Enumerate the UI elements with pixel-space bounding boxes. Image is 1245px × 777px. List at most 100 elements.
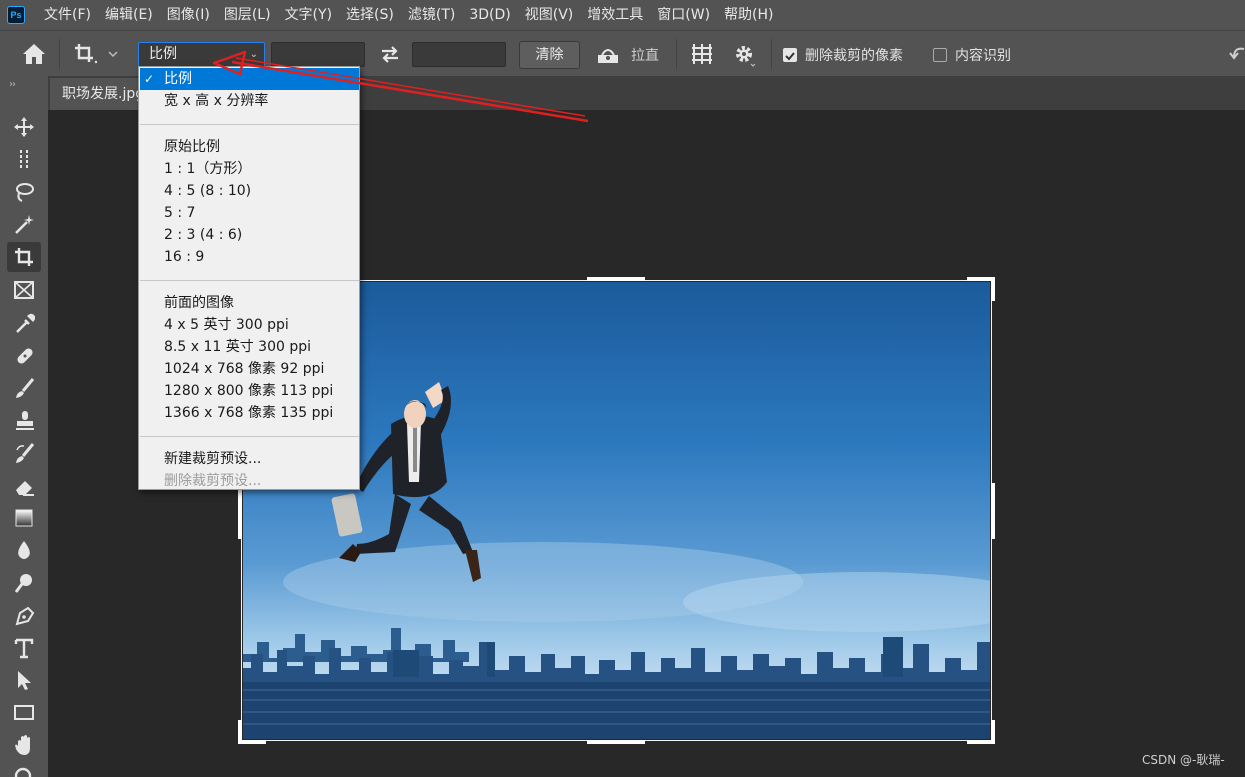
- content-aware-label[interactable]: 内容识别: [955, 45, 1011, 65]
- crop-handle-top-right[interactable]: [991, 277, 995, 301]
- crop-preset-label: 前面的图像: [164, 295, 234, 311]
- eyedropper-tool-button[interactable]: [7, 308, 41, 338]
- marquee-tool-icon: [20, 150, 28, 168]
- crop-preset-label: 1 : 1（方形）: [164, 161, 252, 177]
- crop-handle-bottom-left[interactable]: [238, 740, 266, 744]
- panel-collapse-icon[interactable]: ››: [9, 79, 16, 90]
- magic-wand-tool-icon: [15, 215, 34, 234]
- crop-handle-top[interactable]: [587, 277, 645, 281]
- overlay-grid-button[interactable]: [691, 43, 713, 65]
- crop-width-input[interactable]: [271, 42, 365, 67]
- stamp-tool-button[interactable]: [7, 405, 41, 435]
- crop-preset-option[interactable]: 4 : 5 (8 : 10): [140, 180, 359, 202]
- type-tool-button[interactable]: [7, 633, 41, 663]
- menu-item[interactable]: 图层(L): [217, 0, 278, 30]
- crop-preset-option[interactable]: 16 : 9: [140, 246, 359, 268]
- home-button[interactable]: [22, 43, 46, 65]
- crop-preset-option[interactable]: 1366 x 768 像素 135 ppi: [140, 402, 359, 424]
- crop-preset-label: 比例: [164, 71, 192, 87]
- crop-preset-label: 删除裁剪预设...: [164, 473, 262, 489]
- crop-preset-option[interactable]: 4 x 5 英寸 300 ppi: [140, 314, 359, 336]
- straighten-button[interactable]: [596, 43, 620, 65]
- brush-tool-button[interactable]: [7, 373, 41, 403]
- brush-tool-icon: [16, 378, 35, 398]
- hand-tool-button[interactable]: [7, 730, 41, 760]
- delete-cropped-pixels-label[interactable]: 删除裁剪的像素: [805, 45, 903, 65]
- dodge-tool-icon: [14, 574, 32, 593]
- crop-preset-option[interactable]: 宽 x 高 x 分辨率: [140, 90, 359, 112]
- frame-tool-button[interactable]: [7, 275, 41, 305]
- history-brush-tool-icon: [16, 443, 35, 463]
- swap-dimensions-button[interactable]: [378, 43, 402, 65]
- clear-button[interactable]: 清除: [519, 41, 580, 69]
- gradient-tool-button[interactable]: [7, 503, 41, 533]
- crop-preset-option[interactable]: 5 : 7: [140, 202, 359, 224]
- crop-preset-option[interactable]: 新建裁剪预设...: [140, 448, 359, 470]
- menu-item[interactable]: 增效工具: [580, 0, 650, 30]
- frame-tool-icon: [14, 281, 34, 299]
- reset-crop-button[interactable]: [1228, 45, 1245, 63]
- menu-separator: [140, 124, 359, 125]
- type-tool-icon: [14, 638, 34, 659]
- blur-tool-button[interactable]: [7, 535, 41, 565]
- menu-item[interactable]: 文字(Y): [278, 0, 339, 30]
- crop-preset-option: 删除裁剪预设...: [140, 470, 359, 492]
- crop-height-input[interactable]: [412, 42, 506, 67]
- straighten-label[interactable]: 拉直: [631, 45, 659, 65]
- separator: [59, 39, 60, 69]
- crop-handle-bottom[interactable]: [587, 740, 645, 744]
- history-brush-tool-button[interactable]: [7, 438, 41, 468]
- crop-tool-preset-button[interactable]: [73, 41, 121, 67]
- eyedropper-tool-icon: [16, 313, 35, 333]
- menu-item[interactable]: 图像(I): [160, 0, 217, 30]
- menu-item[interactable]: 3D(D): [462, 0, 517, 30]
- pen-tool-icon: [15, 606, 35, 626]
- crop-ratio-select[interactable]: 比例 ⌄: [138, 42, 265, 67]
- crop-preset-option[interactable]: 1024 x 768 像素 92 ppi: [140, 358, 359, 380]
- crop-handle-bottom-left[interactable]: [238, 720, 242, 744]
- marquee-tool-button[interactable]: [7, 144, 41, 174]
- crop-preset-option[interactable]: ✓ 比例: [140, 68, 359, 90]
- menu-item[interactable]: 视图(V): [518, 0, 581, 30]
- healing-brush-tool-button[interactable]: [7, 340, 41, 370]
- crop-preset-label: 4 x 5 英寸 300 ppi: [164, 317, 289, 333]
- crop-ratio-dropdown-menu: ✓ 比例宽 x 高 x 分辨率原始比例 1 : 1（方形） 4 : 5 (8 : 10…: [138, 66, 360, 490]
- crop-preset-option[interactable]: 8.5 x 11 英寸 300 ppi: [140, 336, 359, 358]
- delete-cropped-pixels-checkbox[interactable]: [783, 48, 797, 62]
- straighten-icon: [598, 49, 618, 63]
- menu-item[interactable]: 编辑(E): [98, 0, 160, 30]
- zoom-tool-button[interactable]: [7, 762, 41, 777]
- dodge-tool-button[interactable]: [7, 568, 41, 598]
- crop-handle-right[interactable]: [991, 483, 995, 539]
- crop-preset-option[interactable]: 1 : 1（方形）: [140, 158, 359, 180]
- undo-icon: [1229, 47, 1245, 60]
- move-tool-button[interactable]: [7, 112, 41, 142]
- crop-preset-option[interactable]: 原始比例: [140, 136, 359, 158]
- rectangle-tool-button[interactable]: [7, 697, 41, 727]
- crop-preset-option[interactable]: 前面的图像: [140, 292, 359, 314]
- crop-preset-option[interactable]: 2 : 3 (4 : 6): [140, 224, 359, 246]
- menu-item[interactable]: 窗口(W): [650, 0, 717, 30]
- crop-preset-label: 宽 x 高 x 分辨率: [164, 93, 269, 109]
- menu-item[interactable]: 选择(S): [339, 0, 401, 30]
- eraser-tool-button[interactable]: [7, 471, 41, 501]
- crop-handle-bottom-right[interactable]: [991, 720, 995, 744]
- gradient-tool-icon: [15, 509, 33, 527]
- crop-preset-option[interactable]: 1280 x 800 像素 113 ppi: [140, 380, 359, 402]
- stamp-tool-icon: [16, 411, 34, 430]
- menu-bar: Ps 文件(F) 编辑(E) 图像(I) 图层(L) 文字(Y) 选择(S) 滤镜(T) 3D…: [0, 0, 1245, 30]
- lasso-tool-button[interactable]: [7, 177, 41, 207]
- path-selection-tool-button[interactable]: [7, 665, 41, 695]
- menu-separator: [140, 280, 359, 281]
- menu-item[interactable]: 滤镜(T): [401, 0, 462, 30]
- magic-wand-tool-button[interactable]: [7, 209, 41, 239]
- crop-tool-button[interactable]: [7, 242, 41, 272]
- content-aware-checkbox[interactable]: [933, 48, 947, 62]
- pen-tool-button[interactable]: [7, 600, 41, 630]
- chevron-down-icon: ⌄: [249, 49, 258, 60]
- crop-tool-icon: [15, 248, 33, 266]
- menu-item[interactable]: 帮助(H): [717, 0, 780, 30]
- crop-settings-button[interactable]: [733, 43, 757, 67]
- home-icon: [23, 44, 45, 64]
- menu-item[interactable]: 文件(F): [37, 0, 98, 30]
